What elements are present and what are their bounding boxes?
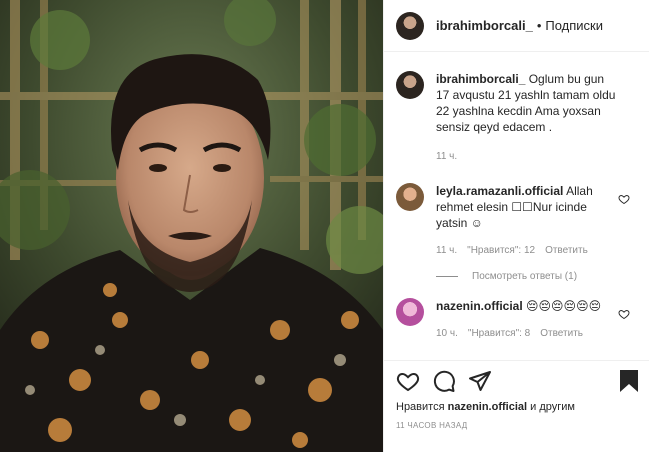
- likes-suffix[interactable]: и другим: [530, 401, 575, 413]
- comment-item: nazenin.official 😔😔😔😔😔😔 10 ч. "Нравится"…: [384, 298, 649, 342]
- view-replies-label: Посмотреть ответы (1): [472, 271, 578, 282]
- reply-button[interactable]: Ответить: [545, 243, 588, 259]
- post-photo[interactable]: [0, 0, 383, 452]
- caption: ibrahimborcali_ Oglum bu gun 17 avqustu …: [384, 71, 649, 165]
- avatar[interactable]: [396, 298, 424, 326]
- avatar[interactable]: [396, 71, 424, 99]
- comment-username[interactable]: leyla.ramazanli.official: [436, 184, 563, 198]
- header-username[interactable]: ibrahimborcali_: [436, 18, 533, 33]
- replies-divider: [436, 276, 458, 277]
- post-header: ibrahimborcali_ • Подписки: [384, 0, 649, 52]
- comment-likes[interactable]: "Нравится": 12: [467, 243, 535, 259]
- caption-time[interactable]: 11 ч.: [436, 149, 457, 165]
- small-heart-icon[interactable]: [618, 308, 630, 320]
- comment-likes[interactable]: "Нравится": 8: [468, 326, 530, 342]
- likes-summary: Нравится nazenin.official и другим: [384, 401, 649, 413]
- comment-text: 😔😔😔😔😔😔: [526, 299, 602, 313]
- following-button[interactable]: Подписки: [545, 18, 603, 33]
- comments-list[interactable]: ibrahimborcali_ Oglum bu gun 17 avqustu …: [384, 53, 649, 359]
- post-photo-image: [0, 0, 383, 452]
- comment-username[interactable]: nazenin.official: [436, 299, 523, 313]
- comment-time[interactable]: 10 ч.: [436, 326, 458, 342]
- avatar[interactable]: [396, 11, 424, 40]
- post-timestamp[interactable]: 11 часов назад: [384, 413, 649, 430]
- bookmark-icon[interactable]: [618, 369, 640, 393]
- small-heart-icon[interactable]: [618, 193, 630, 205]
- caption-username[interactable]: ibrahimborcali_: [436, 72, 525, 86]
- likes-user-link[interactable]: nazenin.official: [448, 401, 527, 413]
- reply-button[interactable]: Ответить: [540, 326, 583, 342]
- comment-icon[interactable]: [432, 369, 456, 393]
- post-actions: Нравится nazenin.official и другим 11 ча…: [384, 360, 649, 452]
- comment-item: leyla.ramazanli.official Allah rehmet el…: [384, 183, 649, 259]
- heart-icon[interactable]: [396, 369, 420, 393]
- share-icon[interactable]: [468, 369, 492, 393]
- likes-prefix: Нравится: [396, 401, 445, 413]
- view-replies-button[interactable]: Посмотреть ответы (1): [436, 271, 649, 282]
- comment-time[interactable]: 11 ч.: [436, 243, 457, 259]
- header-separator: •: [536, 18, 542, 33]
- post-side-panel: ibrahimborcali_ • Подписки ibrahimborcal…: [383, 0, 649, 452]
- avatar[interactable]: [396, 183, 424, 211]
